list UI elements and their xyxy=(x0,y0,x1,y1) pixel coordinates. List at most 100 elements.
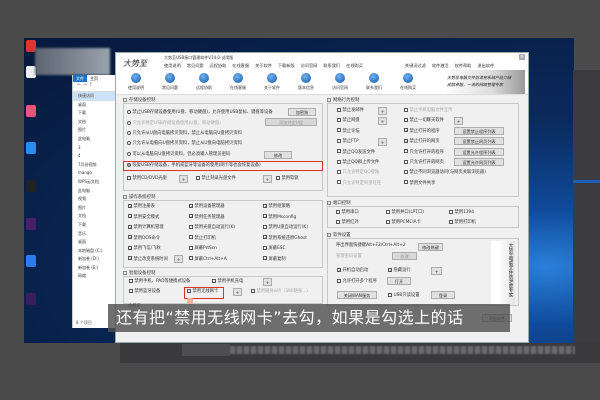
explorer-nav-item[interactable]: 新加卷 (E:) xyxy=(73,264,117,273)
explorer-nav-item[interactable]: 3 xyxy=(73,144,117,153)
network-checkbox[interactable]: 只允许打开的程序 xyxy=(404,149,444,156)
toolbar-button[interactable]: 版本信息 xyxy=(289,70,323,94)
port-checkbox[interactable]: 禁用串口 xyxy=(336,209,359,216)
menu-item[interactable]: 软件帮助 xyxy=(455,62,472,70)
explorer-nav-item[interactable]: 快速访问 xyxy=(73,92,117,101)
section-toggle-icon[interactable] xyxy=(327,200,331,205)
explorer-nav-item[interactable]: 文档 xyxy=(73,118,117,127)
checkbox[interactable] xyxy=(196,175,200,180)
checkbox-checked[interactable] xyxy=(263,235,267,239)
open-button[interactable]: 打开 xyxy=(387,277,411,285)
network-checkbox[interactable]: 禁止打开的网页 xyxy=(404,138,440,145)
os-checkbox[interactable]: 禁用计算机管理 xyxy=(128,224,164,231)
explorer-nav-item[interactable]: 本地磁盘 (C:) xyxy=(73,247,117,256)
checkbox[interactable] xyxy=(189,235,193,239)
menu-item[interactable]: 退出软件 xyxy=(477,62,494,70)
menu-item[interactable]: 使用说明 xyxy=(164,62,181,70)
checkbox[interactable] xyxy=(127,175,131,180)
checkbox-checked[interactable] xyxy=(404,138,408,143)
plus-button[interactable]: + xyxy=(378,107,387,115)
checkbox[interactable] xyxy=(386,209,390,214)
os-checkbox[interactable]: 禁用DOS命令 xyxy=(128,235,160,242)
plus-button[interactable]: + xyxy=(233,288,242,296)
desktop-app-icon[interactable] xyxy=(26,142,36,154)
explorer-nav-item[interactable]: 桌面 xyxy=(73,238,117,247)
toolbar-button[interactable]: 在线客服 xyxy=(221,70,255,94)
desktop-premiere-icon[interactable] xyxy=(26,218,36,230)
checkbox-checked[interactable] xyxy=(128,245,132,250)
plus-button[interactable]: + xyxy=(431,267,442,275)
checkbox[interactable] xyxy=(263,224,267,229)
menu-item[interactable]: 软件激活 xyxy=(432,62,449,70)
os-checkbox[interactable]: 禁用注册表 xyxy=(128,203,155,210)
port-checkbox[interactable]: 禁用打印机 xyxy=(449,219,476,226)
storage-option-radio[interactable]: 只允许从电脑向U盘拷贝资料，禁止从U盘向电脑拷贝资料 xyxy=(127,140,242,147)
checkbox[interactable] xyxy=(276,175,280,180)
os-checkbox[interactable]: 禁止打印机 xyxy=(189,235,216,242)
close-icon[interactable]: × xyxy=(519,54,525,60)
checkbox[interactable] xyxy=(189,256,193,260)
explorer-tab-file[interactable]: 文件 xyxy=(73,75,87,82)
explorer-nav-item[interactable]: 文档 xyxy=(73,212,117,221)
os-checkbox[interactable]: 禁用安全模式 xyxy=(128,214,159,221)
checkbox[interactable] xyxy=(189,245,193,250)
checkbox[interactable] xyxy=(336,209,340,214)
os-checkbox[interactable]: 禁用光盘自动运行(K) xyxy=(189,224,235,231)
explorer-nav-item[interactable]: 7月份视频 xyxy=(73,161,117,170)
checkbox[interactable] xyxy=(212,278,216,283)
list-settings-button[interactable]: 设置禁止程序列表 xyxy=(454,126,504,135)
toolbar-button[interactable]: 使用说明 xyxy=(119,70,153,94)
menu-item[interactable]: 联系我们 xyxy=(323,62,340,70)
menu-item[interactable]: 关键词过滤 xyxy=(405,62,426,70)
network-checkbox[interactable]: 禁止发邮件 xyxy=(337,107,364,114)
network-checkbox[interactable]: 禁止网盘 xyxy=(337,117,360,124)
network-checkbox[interactable]: 只允许打开的网页 xyxy=(404,159,444,166)
port-checkbox[interactable]: 禁用红外 xyxy=(336,219,359,226)
checkbox[interactable] xyxy=(404,180,408,185)
bluetooth-checkbox[interactable]: 禁用蓝牙设备 xyxy=(129,288,160,295)
portable-device-checkbox[interactable]: 禁用手机、PAD等便携式设备 xyxy=(129,278,190,285)
plus-button[interactable]: + xyxy=(263,278,272,286)
explorer-nav-item[interactable]: 视频 xyxy=(73,195,117,204)
checkbox-checked[interactable] xyxy=(128,214,132,218)
list-settings-button[interactable]: 设置允许程序列表 xyxy=(454,147,504,156)
checkbox[interactable] xyxy=(449,219,453,224)
os-checkbox[interactable]: 禁用组策略 xyxy=(263,203,290,210)
radio-button[interactable] xyxy=(127,151,131,156)
desktop-app-icon[interactable] xyxy=(26,105,36,117)
checkbox[interactable] xyxy=(337,149,341,154)
menu-item[interactable]: 下载新版 xyxy=(278,62,295,70)
burn-checkbox[interactable]: 禁止刻录光盘文件 xyxy=(196,175,236,182)
desktop-qq-icon[interactable] xyxy=(26,180,36,192)
explorer-nav-item[interactable]: 网络 xyxy=(73,272,117,281)
autostart-checkbox[interactable]: 开机自动启动 xyxy=(337,267,368,274)
toolbar-button[interactable]: 常见问题 xyxy=(153,70,187,94)
checkbox-checked[interactable] xyxy=(263,214,267,218)
checkbox[interactable] xyxy=(337,128,341,133)
portable-wifi-checkbox[interactable]: 禁用随身wifi（360随身...） xyxy=(251,288,311,295)
network-checkbox[interactable]: 禁止不同浏览器访问(与网页关联浏览器) xyxy=(404,169,486,176)
hidden-run-checkbox[interactable]: 隐藏运行 xyxy=(388,267,411,274)
explorer-nav-item[interactable]: 下载 xyxy=(73,109,117,118)
explorer-nav-item[interactable]: 图片 xyxy=(73,204,117,213)
login-button[interactable]: 登录 xyxy=(431,291,455,299)
os-checkbox[interactable]: 禁止改变系统时间 xyxy=(128,256,168,263)
plus-button[interactable]: + xyxy=(263,175,272,183)
checkbox-checked[interactable] xyxy=(128,224,132,229)
os-checkbox[interactable]: 禁用设备管理器 xyxy=(189,203,225,210)
checkbox[interactable] xyxy=(129,278,133,283)
explorer-address-bar[interactable]: ← → ↑ xyxy=(73,82,117,92)
os-checkbox[interactable]: 禁用飞信/飞秋 xyxy=(128,245,161,252)
toolbar-button[interactable]: 关于软件 xyxy=(255,70,289,94)
checkbox[interactable] xyxy=(404,159,408,164)
section-toggle-icon[interactable] xyxy=(123,194,127,199)
dongle-button[interactable]: 加密狗 xyxy=(288,108,316,116)
checkbox-checked[interactable] xyxy=(263,203,267,208)
radio-button[interactable] xyxy=(127,130,131,135)
phone-charge-checkbox[interactable]: 禁用手机充电 xyxy=(212,278,243,285)
explorer-nav-item[interactable]: 桌面 xyxy=(73,101,117,110)
section-toggle-icon[interactable] xyxy=(327,97,331,102)
checkbox[interactable] xyxy=(263,256,267,260)
os-checkbox[interactable]: 屏蔽Ctrl+Alt+A xyxy=(189,256,227,263)
network-checkbox[interactable]: 禁止论坛 xyxy=(337,128,360,135)
